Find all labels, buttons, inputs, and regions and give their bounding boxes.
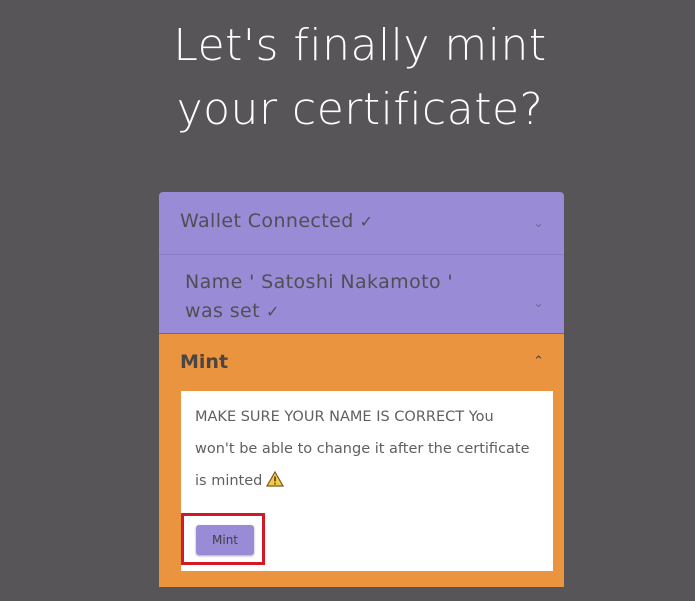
warning-line-2: won't be able to change it after the cer… bbox=[195, 441, 530, 457]
chevron-down-icon[interactable]: ⌄ bbox=[534, 216, 544, 230]
step-name-set[interactable]: Name ' Satoshi Nakamoto ' was set ✓ ⌄ bbox=[159, 254, 564, 334]
chevron-down-icon[interactable]: ⌄ bbox=[534, 289, 544, 318]
page-heading: Let's finally mint your certificate? bbox=[0, 14, 695, 142]
mint-step-content: MAKE SURE YOUR NAME IS CORRECT You won't… bbox=[181, 391, 553, 571]
mint-button[interactable]: Mint bbox=[196, 525, 254, 555]
mint-warning-text: MAKE SURE YOUR NAME IS CORRECT You won't… bbox=[195, 401, 537, 497]
mint-button-highlight: Mint bbox=[181, 513, 265, 565]
mint-step-title[interactable]: Mint bbox=[180, 351, 228, 373]
step-name-label-line-2: was set bbox=[185, 300, 260, 322]
check-icon: ✓ bbox=[265, 302, 280, 321]
step-wallet-connected[interactable]: Wallet Connected ✓ ⌄ bbox=[159, 192, 564, 254]
heading-line-1: Let's finally mint bbox=[173, 20, 547, 71]
chevron-up-icon[interactable]: ⌃ bbox=[533, 354, 544, 369]
heading-line-2: your certificate? bbox=[176, 84, 544, 135]
step-name-label-line-1: Name ' Satoshi Nakamoto ' bbox=[185, 271, 454, 293]
check-icon: ✓ bbox=[359, 212, 374, 231]
step-mint: Mint ⌃ MAKE SURE YOUR NAME IS CORRECT Yo… bbox=[159, 334, 564, 587]
warning-line-1: MAKE SURE YOUR NAME IS CORRECT You bbox=[195, 409, 494, 425]
warning-icon bbox=[266, 467, 285, 487]
mint-steps-accordion: Wallet Connected ✓ ⌄ Name ' Satoshi Nakam… bbox=[159, 192, 564, 587]
step-wallet-label: Wallet Connected bbox=[180, 210, 354, 232]
warning-line-3: is minted bbox=[195, 473, 263, 489]
